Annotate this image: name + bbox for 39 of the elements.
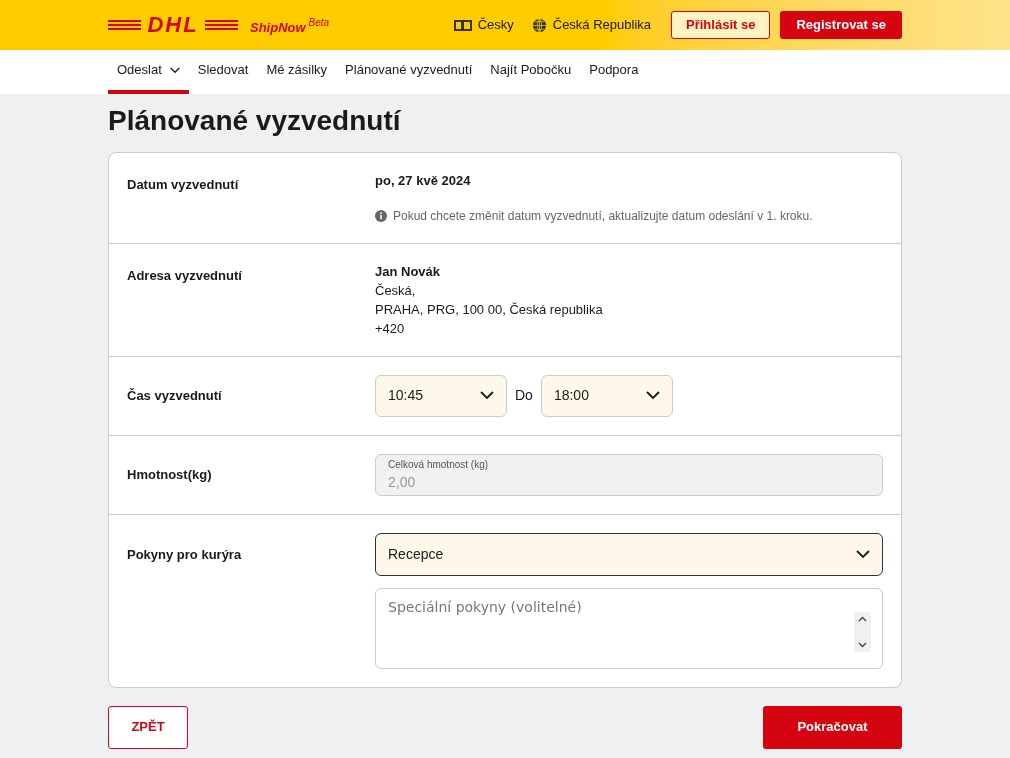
login-button[interactable]: Přihlásit se [671, 11, 771, 39]
product-name: ShipNow [250, 19, 306, 38]
row-label: Datum vyzvednutí [127, 176, 240, 194]
row-label: Pokyny pro kurýra [127, 545, 243, 564]
nav-tab[interactable]: Odeslat [108, 50, 189, 94]
scrollbar-icon[interactable] [854, 611, 871, 652]
nav-tab[interactable]: Plánované vyzvednutí [336, 50, 482, 94]
contact-name: Jan Novák [375, 262, 442, 281]
address-line: PRAHA, PRG, 100 00, Česká republika [375, 300, 604, 319]
beta-label: Beta [308, 16, 330, 31]
separator-label: Do [515, 386, 533, 405]
date-note: Pokud chcete změnit datum vyzvednutí, aktualizujte datum odeslání v 1. kroku. [393, 207, 813, 225]
info-icon [375, 209, 387, 222]
language-link[interactable]: Česky [477, 15, 514, 35]
instructions-textarea[interactable]: Speciální pokyny (volitelné) [375, 587, 883, 669]
language-icon[interactable] [453, 19, 472, 31]
nav-tab[interactable]: Podpora [580, 50, 648, 94]
chevron-down-icon [645, 391, 660, 400]
address-line: Česká, [375, 281, 417, 300]
time-from-select[interactable]: 10:45 [375, 374, 507, 417]
time-to-select[interactable]: 18:00 [540, 374, 673, 417]
nav-tab[interactable]: Mé zásilky [257, 50, 337, 94]
row-label: Čas vyzvednutí [127, 386, 223, 405]
globe-icon[interactable] [531, 17, 547, 33]
nav-tab[interactable]: Najít Pobočku [481, 50, 581, 94]
row-label: Adresa vyzvednutí [127, 266, 243, 285]
page-title: Plánované vyzvednutí [108, 104, 403, 138]
nav-tab[interactable]: Sledovat [188, 50, 258, 94]
country-link[interactable]: Česká Republika [552, 15, 652, 35]
chevron-down-icon [856, 549, 870, 559]
address-line: +420 [375, 319, 406, 338]
dhl-logo[interactable]: DHL [108, 13, 238, 37]
instructions-select[interactable]: Recepce [375, 532, 883, 576]
continue-button[interactable]: Pokračovat [763, 705, 902, 749]
back-button[interactable]: ZPĚT [108, 705, 188, 749]
pickup-date: po, 27 kvě 2024 [375, 172, 472, 190]
row-label: Hmotnost(kg) [127, 465, 213, 484]
chevron-down-icon [480, 391, 494, 400]
register-button[interactable]: Registrovat se [780, 11, 902, 39]
